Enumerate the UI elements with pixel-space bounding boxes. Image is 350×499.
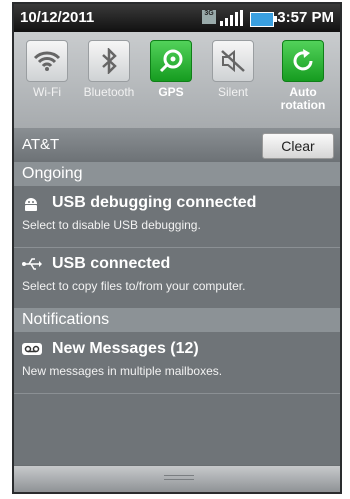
gps-icon [150,40,192,82]
status-date: 10/12/2011 [20,9,95,26]
bluetooth-toggle[interactable]: Bluetooth [78,40,140,99]
divider [14,247,340,248]
silent-toggle[interactable]: Silent [202,40,264,99]
notification-panel: 10/12/2011 3G 3:57 PM Wi-Fi Bluetooth GP… [12,2,342,494]
grip-icon [164,475,194,481]
notification-subtitle: New messages in multiple mailboxes. [22,364,223,378]
auto-rotation-toggle[interactable]: Auto rotation [272,40,334,112]
carrier-bar: AT&T Clear [14,128,340,162]
divider [14,393,340,394]
panel-drag-handle[interactable] [14,465,340,492]
new-messages-notification[interactable]: New Messages (12) New messages in multip… [14,334,340,392]
bluetooth-icon [88,40,130,82]
wifi-icon [26,40,68,82]
signal-icon [220,10,246,26]
usb-connected-notification[interactable]: USB connected Select to copy files to/fr… [14,249,340,307]
gps-toggle[interactable]: GPS [140,40,202,99]
gps-label: GPS [158,85,184,99]
notification-title: USB connected [52,255,171,272]
quick-toggles: Wi-Fi Bluetooth GPS Silent Auto rotation [14,32,340,128]
usb-debugging-notification[interactable]: USB debugging connected Select to disabl… [14,188,340,246]
auto-rotation-label: Auto rotation [280,85,326,112]
notification-title: New Messages (12) [52,340,199,357]
notification-title: USB debugging connected [52,194,257,211]
carrier-name: AT&T [22,136,60,153]
silent-icon [212,40,254,82]
clear-button[interactable]: Clear [262,133,334,159]
wifi-toggle[interactable]: Wi-Fi [16,40,78,99]
notifications-header: Notifications [14,308,340,332]
usb-icon [22,257,42,273]
silent-label: Silent [217,85,249,99]
3g-icon: 3G [202,10,216,24]
battery-icon [250,12,277,27]
ongoing-header: Ongoing [14,162,340,186]
notification-subtitle: Select to disable USB debugging. [22,218,201,232]
wifi-label: Wi-Fi [33,85,61,99]
voicemail-icon [22,342,42,358]
android-icon [22,196,40,212]
rotation-icon [282,40,324,82]
status-bar: 10/12/2011 3G 3:57 PM [14,4,340,32]
notification-subtitle: Select to copy files to/from your comput… [22,279,246,293]
status-time: 3:57 PM [277,9,334,26]
bluetooth-label: Bluetooth [83,85,135,99]
